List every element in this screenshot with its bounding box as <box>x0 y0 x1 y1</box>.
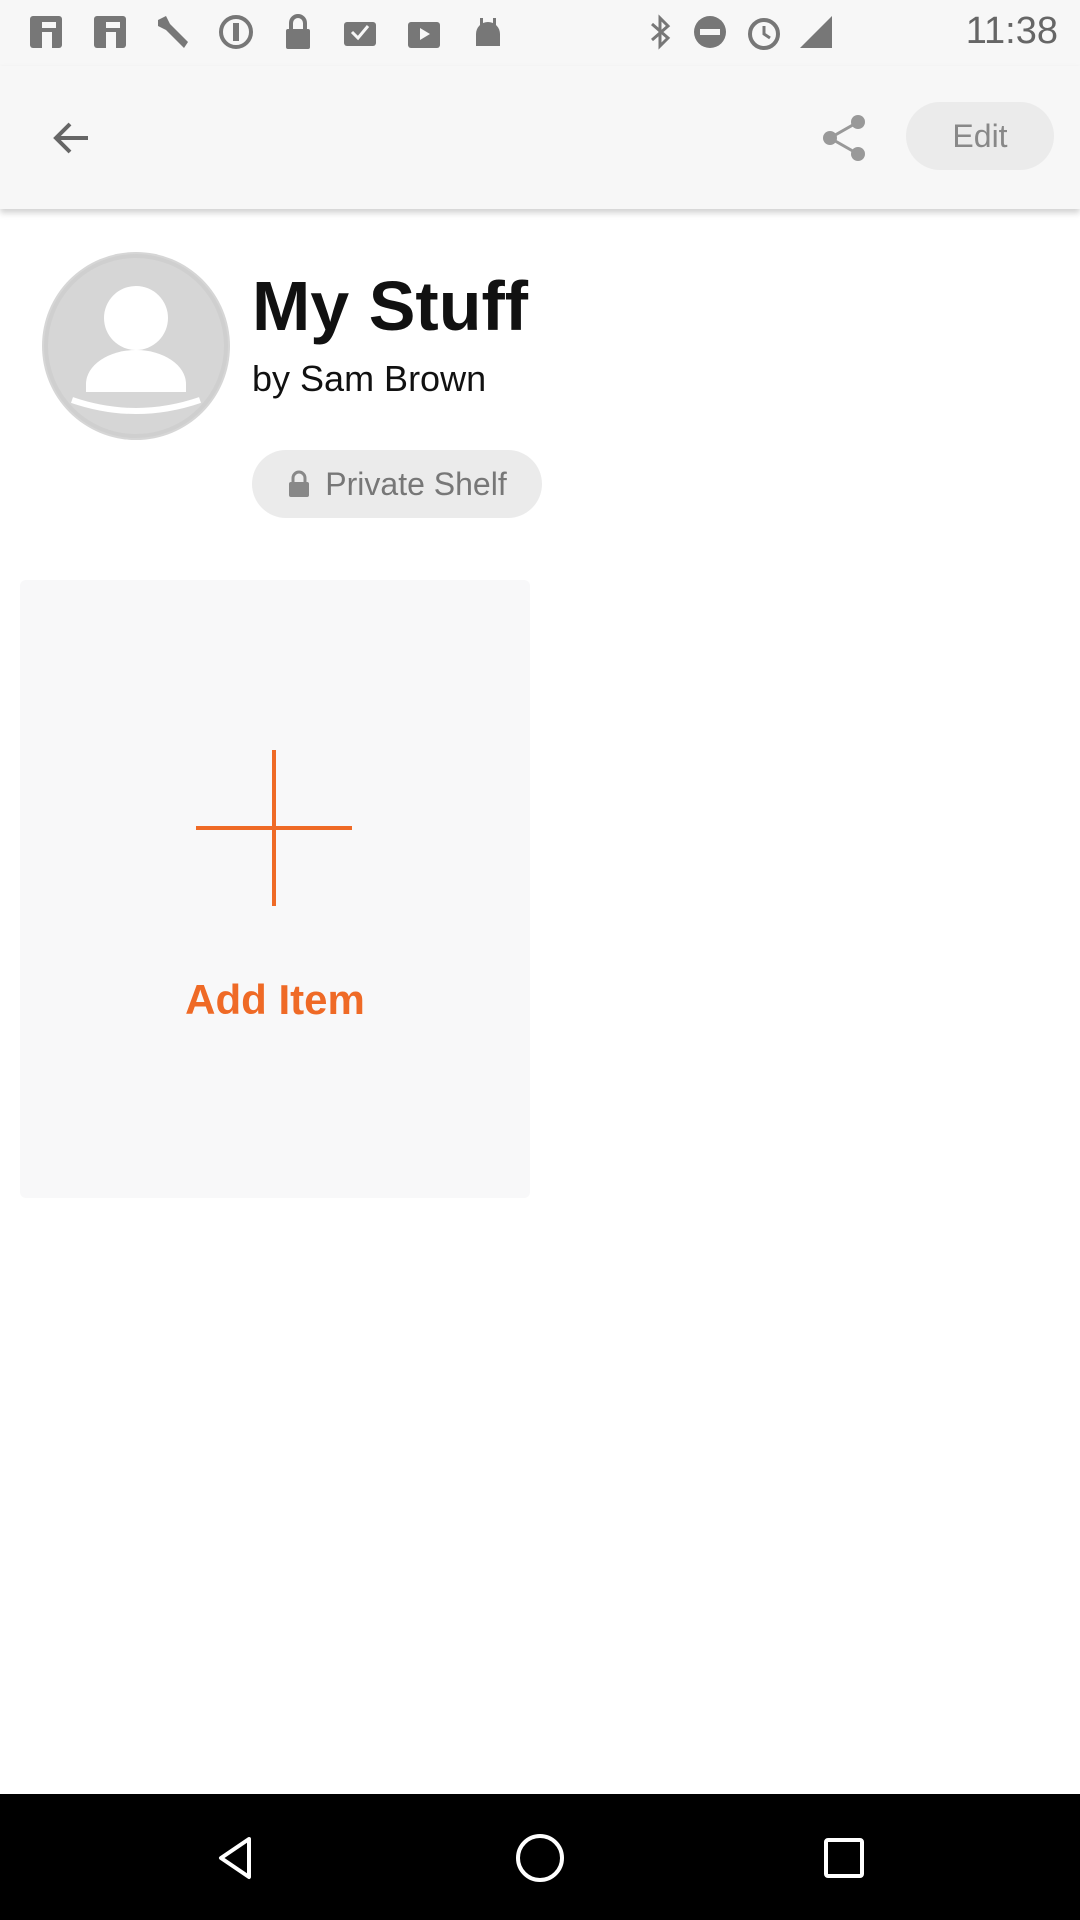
edit-button[interactable]: Edit <box>906 102 1054 170</box>
byline: by Sam Brown <box>252 358 486 400</box>
privacy-label: Private Shelf <box>325 465 507 502</box>
nav-home-button[interactable] <box>510 1828 570 1888</box>
shelf-title: My Stuff <box>252 267 529 345</box>
arrow-left-icon <box>53 122 88 154</box>
android-icon <box>476 18 500 46</box>
wrench-icon <box>158 16 188 48</box>
status-bar: 11:38 <box>0 0 1080 66</box>
back-button[interactable] <box>40 110 104 166</box>
lock-icon <box>286 14 310 49</box>
nav-back-button[interactable] <box>206 1828 266 1888</box>
signal-icon <box>800 16 832 48</box>
circle-home-icon <box>516 1834 564 1882</box>
square-recents-icon <box>824 1838 864 1878</box>
alarm-icon <box>748 18 780 50</box>
play-store-icon <box>408 22 440 48</box>
triangle-back-icon <box>219 1837 251 1879</box>
avatar <box>42 252 230 440</box>
do-not-disturb-icon <box>694 16 726 48</box>
app-bar: Edit <box>0 66 1080 209</box>
bluetooth-icon <box>651 14 671 50</box>
navigation-bar <box>0 1794 1080 1920</box>
add-item-label: Add Item <box>185 976 365 1023</box>
share-icon <box>823 115 865 161</box>
add-item-card[interactable]: Add Item <box>20 580 530 1198</box>
owner-name[interactable]: Sam Brown <box>300 358 486 399</box>
plus-icon <box>196 750 352 906</box>
share-button[interactable] <box>812 106 876 170</box>
by-label: by <box>252 358 291 399</box>
inbox-icon <box>344 22 376 46</box>
privacy-badge: Private Shelf <box>252 450 542 518</box>
nav-recents-button[interactable] <box>814 1828 874 1888</box>
lock-icon <box>289 470 310 497</box>
app-icon <box>30 16 62 48</box>
status-time: 11:38 <box>965 10 1058 52</box>
info-icon <box>219 15 253 49</box>
app-icon <box>94 16 126 48</box>
user-placeholder-icon <box>44 254 228 438</box>
